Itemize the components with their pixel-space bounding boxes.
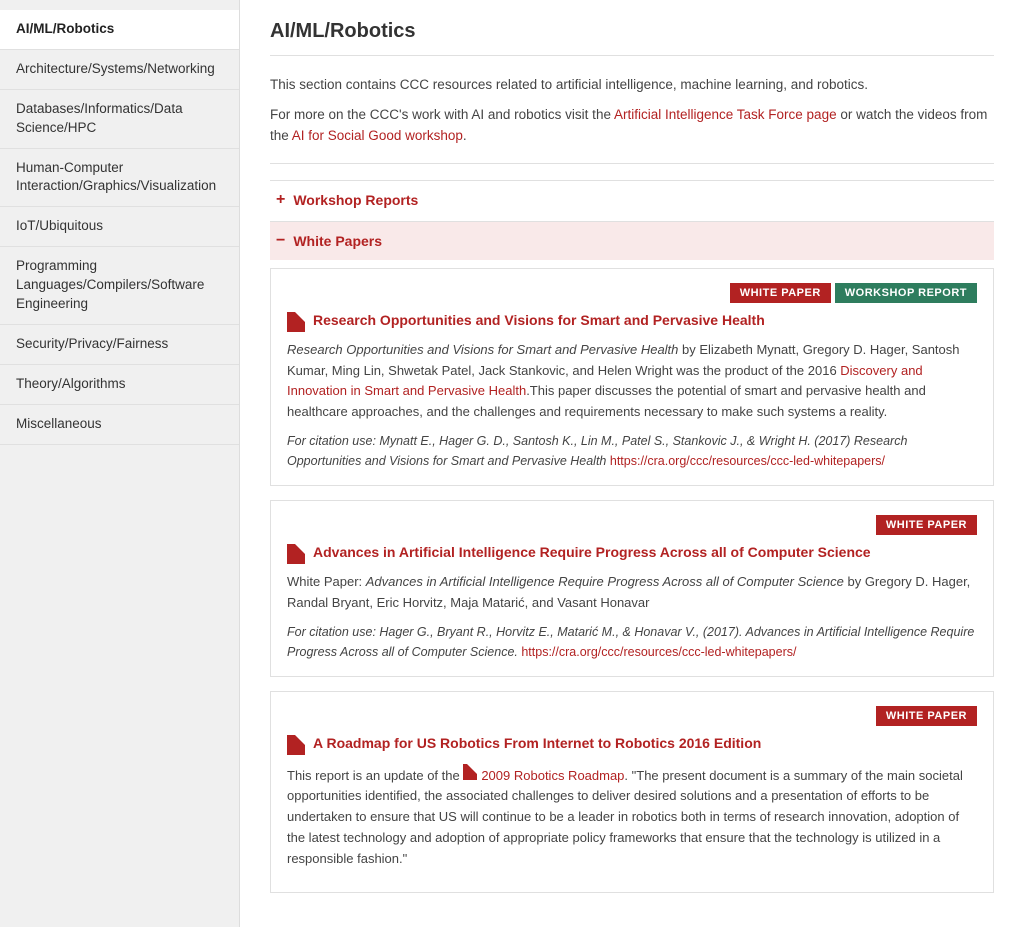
paper-2-body-prefix: White Paper: xyxy=(287,574,366,589)
intro-suffix: . xyxy=(463,128,467,143)
intro-text-1: This section contains CCC resources rela… xyxy=(270,77,868,92)
paper-2-title[interactable]: Advances in Artificial Intelligence Requ… xyxy=(313,543,871,563)
paper-1-citation-colon: : Mynatt E., Hager G. D., Santosh K., Li… xyxy=(372,434,853,448)
intro-paragraph-1: This section contains CCC resources rela… xyxy=(270,74,994,96)
paper-2-badges: WHITE PAPER xyxy=(287,515,977,535)
paper-3-title[interactable]: A Roadmap for US Robotics From Internet … xyxy=(313,734,761,754)
paper-2-citation-url[interactable]: https://cra.org/ccc/resources/ccc-led-wh… xyxy=(521,645,796,659)
accordion-white-papers-label: White Papers xyxy=(293,233,382,249)
accordion-white-papers: − White Papers WHITE PAPER WORKSHOP REPO… xyxy=(270,221,994,893)
paper-1-body: Research Opportunities and Visions for S… xyxy=(287,340,977,423)
paper-2-title-row: Advances in Artificial Intelligence Requ… xyxy=(287,543,977,564)
paper-3-badges: WHITE PAPER xyxy=(287,706,977,726)
accordion-workshop: + Workshop Reports xyxy=(270,180,994,219)
paper-2-body: White Paper: Advances in Artificial Inte… xyxy=(287,572,977,614)
page-title: AI/ML/Robotics xyxy=(270,20,994,56)
badge-workshop-report-1: WORKSHOP REPORT xyxy=(835,283,977,303)
sidebar-item-theory[interactable]: Theory/Algorithms xyxy=(0,365,239,405)
sidebar-item-iot[interactable]: IoT/Ubiquitous xyxy=(0,207,239,247)
paper-card-1-inner: WHITE PAPER WORKSHOP REPORT Research Opp… xyxy=(271,269,993,485)
paper-1-citation-url[interactable]: https://cra.org/ccc/resources/ccc-led-wh… xyxy=(610,454,885,468)
paper-3-title-row: A Roadmap for US Robotics From Internet … xyxy=(287,734,977,755)
pdf-icon-inline-3 xyxy=(463,764,477,780)
paper-1-citation-label: For citation use xyxy=(287,434,372,448)
paper-1-badges: WHITE PAPER WORKSHOP REPORT xyxy=(287,283,977,303)
pdf-icon-1 xyxy=(287,312,305,332)
sidebar-item-security[interactable]: Security/Privacy/Fairness xyxy=(0,325,239,365)
paper-2-body-italic: Advances in Artificial Intelligence Requ… xyxy=(366,574,844,589)
intro-prefix: For more on the CCC's work with AI and r… xyxy=(270,107,614,122)
sidebar-item-misc[interactable]: Miscellaneous xyxy=(0,405,239,445)
badge-white-paper-2: WHITE PAPER xyxy=(876,515,977,535)
social-good-link[interactable]: AI for Social Good workshop xyxy=(292,128,463,143)
robotics-roadmap-link[interactable]: 2009 Robotics Roadmap xyxy=(481,768,624,783)
sidebar-item-hci[interactable]: Human-Computer Interaction/Graphics/Visu… xyxy=(0,149,239,208)
sidebar-item-databases[interactable]: Databases/Informatics/Data Science/HPC xyxy=(0,90,239,149)
divider xyxy=(270,163,994,164)
main-content: AI/ML/Robotics This section contains CCC… xyxy=(240,0,1024,927)
accordion-workshop-label: Workshop Reports xyxy=(293,192,418,208)
paper-card-2: WHITE PAPER Advances in Artificial Intel… xyxy=(270,500,994,677)
accordion-white-papers-header[interactable]: − White Papers xyxy=(270,221,994,260)
badge-white-paper-3: WHITE PAPER xyxy=(876,706,977,726)
pdf-icon-3 xyxy=(287,735,305,755)
paper-2-citation: For citation use: Hager G., Bryant R., H… xyxy=(287,622,977,662)
paper-card-2-inner: WHITE PAPER Advances in Artificial Intel… xyxy=(271,501,993,676)
paper-1-body-italic: Research Opportunities and Visions for S… xyxy=(287,342,678,357)
sidebar: AI/ML/RoboticsArchitecture/Systems/Netwo… xyxy=(0,0,240,927)
paper-1-title[interactable]: Research Opportunities and Visions for S… xyxy=(313,311,765,331)
paper-1-citation: For citation use: Mynatt E., Hager G. D.… xyxy=(287,431,977,471)
paper-3-body: This report is an update of the 2009 Rob… xyxy=(287,763,977,870)
paper-card-3-inner: WHITE PAPER A Roadmap for US Robotics Fr… xyxy=(271,692,993,892)
paper-1-title-row: Research Opportunities and Visions for S… xyxy=(287,311,977,332)
accordion-white-papers-icon: − xyxy=(276,232,285,250)
pdf-icon-2 xyxy=(287,544,305,564)
sidebar-item-ai-ml-robotics[interactable]: AI/ML/Robotics xyxy=(0,10,239,50)
ai-task-force-link[interactable]: Artificial Intelligence Task Force page xyxy=(614,107,837,122)
accordion-workshop-icon: + xyxy=(276,191,285,209)
paper-card-3: WHITE PAPER A Roadmap for US Robotics Fr… xyxy=(270,691,994,893)
accordion-workshop-header[interactable]: + Workshop Reports xyxy=(270,180,994,219)
paper-card-1: WHITE PAPER WORKSHOP REPORT Research Opp… xyxy=(270,268,994,486)
papers-list: WHITE PAPER WORKSHOP REPORT Research Opp… xyxy=(270,260,994,893)
badge-white-paper-1: WHITE PAPER xyxy=(730,283,831,303)
intro-paragraph-2: For more on the CCC's work with AI and r… xyxy=(270,104,994,147)
paper-3-body-text1: This report is an update of the xyxy=(287,768,463,783)
sidebar-item-architecture[interactable]: Architecture/Systems/Networking xyxy=(0,50,239,90)
sidebar-item-programming[interactable]: Programming Languages/Compilers/Software… xyxy=(0,247,239,325)
